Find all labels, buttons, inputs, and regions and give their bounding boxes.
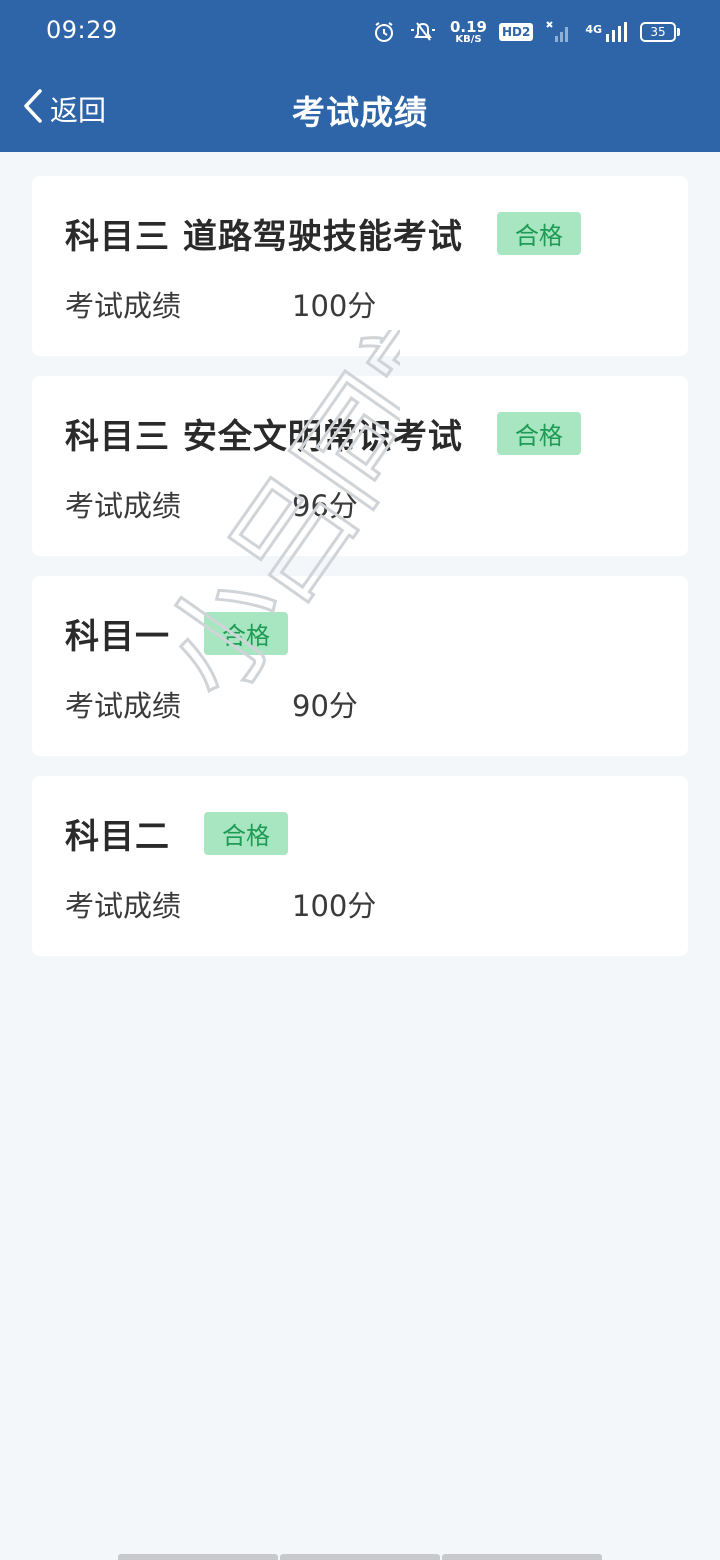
subject-title: 科目三 道路驾驶技能考试 bbox=[65, 216, 463, 257]
score-value: 96分 bbox=[292, 489, 358, 523]
status-icons: 0.19 KB/S HD2 4G 35 bbox=[372, 14, 680, 50]
results-list: 科目三 道路驾驶技能考试 合格 考试成绩 100分 科目三 安全文明常识考试 合… bbox=[32, 176, 688, 976]
app-header: 09:29 0.19 KB/S HD2 4G 35 返回 考试成绩 bbox=[0, 0, 720, 152]
result-card: 科目二 合格 考试成绩 100分 bbox=[32, 776, 688, 956]
score-value: 100分 bbox=[292, 889, 377, 923]
pass-badge: 合格 bbox=[204, 811, 288, 855]
network-speed: 0.19 KB/S bbox=[449, 17, 487, 45]
score-label: 考试成绩 bbox=[65, 489, 182, 523]
hd-voice-badge: HD2 bbox=[498, 23, 534, 41]
network-speed-unit: KB/S bbox=[455, 33, 482, 45]
score-label: 考试成绩 bbox=[65, 289, 182, 323]
result-card: 科目一 合格 考试成绩 90分 bbox=[32, 576, 688, 756]
status-time: 09:29 bbox=[46, 16, 118, 44]
pass-badge: 合格 bbox=[496, 211, 581, 255]
score-label: 考试成绩 bbox=[65, 889, 182, 923]
signal-no-service-icon bbox=[545, 20, 573, 44]
subject-title: 科目二 bbox=[65, 816, 170, 857]
pass-badge: 合格 bbox=[496, 411, 581, 455]
network-type: 4G bbox=[585, 23, 602, 36]
result-card: 科目三 道路驾驶技能考试 合格 考试成绩 100分 bbox=[32, 176, 688, 356]
mute-bell-icon bbox=[408, 20, 438, 44]
status-bar: 09:29 0.19 KB/S HD2 4G 35 bbox=[0, 0, 720, 64]
score-label: 考试成绩 bbox=[65, 689, 182, 723]
subject-title: 科目一 bbox=[65, 616, 170, 657]
pass-badge: 合格 bbox=[204, 611, 288, 655]
result-card: 科目三 安全文明常识考试 合格 考试成绩 96分 bbox=[32, 376, 688, 556]
network-speed-value: 0.19 bbox=[449, 17, 487, 36]
alarm-icon bbox=[372, 20, 396, 44]
subject-title: 科目三 安全文明常识考试 bbox=[65, 416, 463, 457]
score-value: 100分 bbox=[292, 289, 377, 323]
score-value: 90分 bbox=[292, 689, 358, 723]
signal-4g-icon: 4G bbox=[585, 20, 628, 44]
battery-icon: 35 bbox=[640, 22, 680, 42]
page-title: 考试成绩 bbox=[292, 93, 428, 132]
home-indicator[interactable] bbox=[118, 1554, 602, 1560]
nav-bar: 返回 考试成绩 bbox=[0, 64, 720, 152]
